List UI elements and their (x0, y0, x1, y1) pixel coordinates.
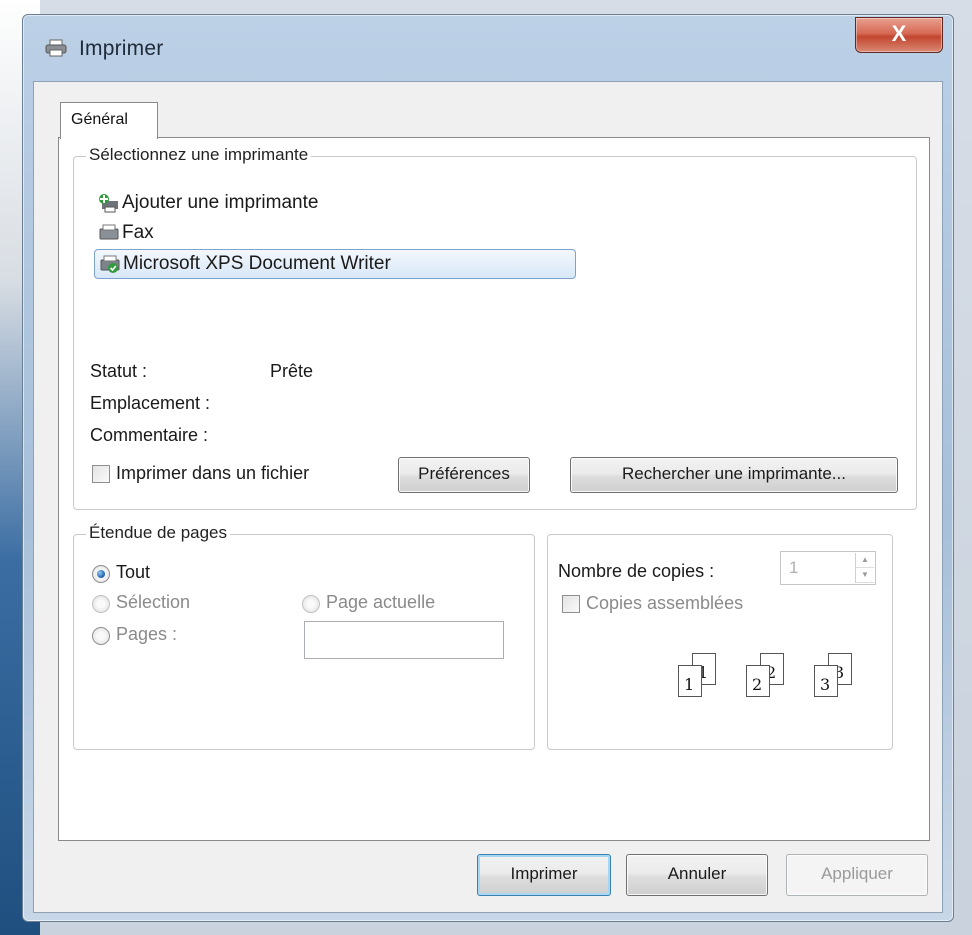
location-label: Emplacement : (90, 393, 211, 413)
page-range-group: Étendue de pages Tout Sélection Page act… (73, 523, 535, 750)
print-to-file-checkbox[interactable] (92, 465, 110, 483)
printer-name: Ajouter une imprimante (122, 192, 319, 213)
spin-down-icon[interactable]: ▼ (856, 568, 874, 583)
printer-group: Sélectionnez une imprimante Ajouter une … (73, 145, 917, 510)
cancel-button[interactable]: Annuler (626, 854, 768, 896)
title-bar: Imprimer X (23, 15, 953, 81)
pages-input[interactable] (304, 621, 504, 659)
radio-current-page-label[interactable]: Page actuelle (326, 592, 435, 613)
page-range-label: Étendue de pages (86, 523, 231, 543)
copies-value: 1 (789, 558, 799, 577)
status-value: Prête (270, 361, 314, 381)
radio-selection[interactable] (92, 595, 110, 613)
printer-name: Fax (122, 222, 154, 243)
collate-label[interactable]: Copies assemblées (586, 593, 743, 614)
radio-selection-label[interactable]: Sélection (116, 592, 190, 613)
dialog-client-area: Général Sélectionnez une imprimante Ajou… (33, 81, 943, 913)
fax-icon (99, 224, 119, 240)
collate-illustration-2: 2 2 (746, 653, 806, 703)
radio-pages-label[interactable]: Pages : (116, 624, 177, 645)
printer-icon (45, 39, 67, 57)
collate-sheet: 2 (746, 665, 770, 697)
find-printer-button[interactable]: Rechercher une imprimante... (570, 457, 898, 493)
collate-sheet: 1 (678, 665, 702, 697)
copies-group: Nombre de copies : 1 ▲ ▼ Copies assemblé… (547, 534, 893, 750)
printer-item-add-printer[interactable]: Ajouter une imprimante (94, 189, 322, 217)
printer-group-label: Sélectionnez une imprimante (86, 145, 312, 165)
apply-button[interactable]: Appliquer (786, 854, 928, 896)
preferences-button[interactable]: Préférences (398, 457, 530, 493)
window-title: Imprimer (79, 37, 164, 60)
print-button[interactable]: Imprimer (477, 854, 611, 896)
collate-illustration-1: 1 1 (678, 653, 738, 703)
radio-all[interactable] (92, 565, 110, 583)
printer-item-xps-writer[interactable]: Microsoft XPS Document Writer (94, 249, 576, 279)
collate-illustration-3: 3 3 (814, 653, 874, 703)
radio-current-page[interactable] (302, 595, 320, 613)
collate-sheet: 3 (814, 665, 838, 697)
comment-label: Commentaire : (90, 425, 209, 445)
print-to-file-label[interactable]: Imprimer dans un fichier (116, 463, 309, 484)
xps-printer-icon (100, 255, 120, 273)
tab-general[interactable]: Général (60, 102, 158, 139)
spin-up-icon[interactable]: ▲ (856, 553, 874, 568)
add-printer-icon (99, 194, 118, 213)
spin-buttons[interactable]: ▲ ▼ (855, 553, 874, 583)
radio-pages[interactable] (92, 627, 110, 645)
tab-panel-general: Sélectionnez une imprimante Ajouter une … (58, 137, 930, 841)
radio-all-label[interactable]: Tout (116, 562, 150, 583)
status-label: Statut : (90, 361, 148, 381)
printer-item-fax[interactable]: Fax (94, 219, 158, 247)
copies-label: Nombre de copies : (558, 561, 715, 581)
close-button[interactable]: X (855, 17, 943, 53)
print-dialog: Imprimer X Général Sélectionnez une impr… (22, 14, 954, 922)
printer-name: Microsoft XPS Document Writer (123, 253, 391, 274)
collate-checkbox[interactable] (562, 595, 580, 613)
copies-spinner[interactable]: 1 ▲ ▼ (780, 551, 876, 585)
